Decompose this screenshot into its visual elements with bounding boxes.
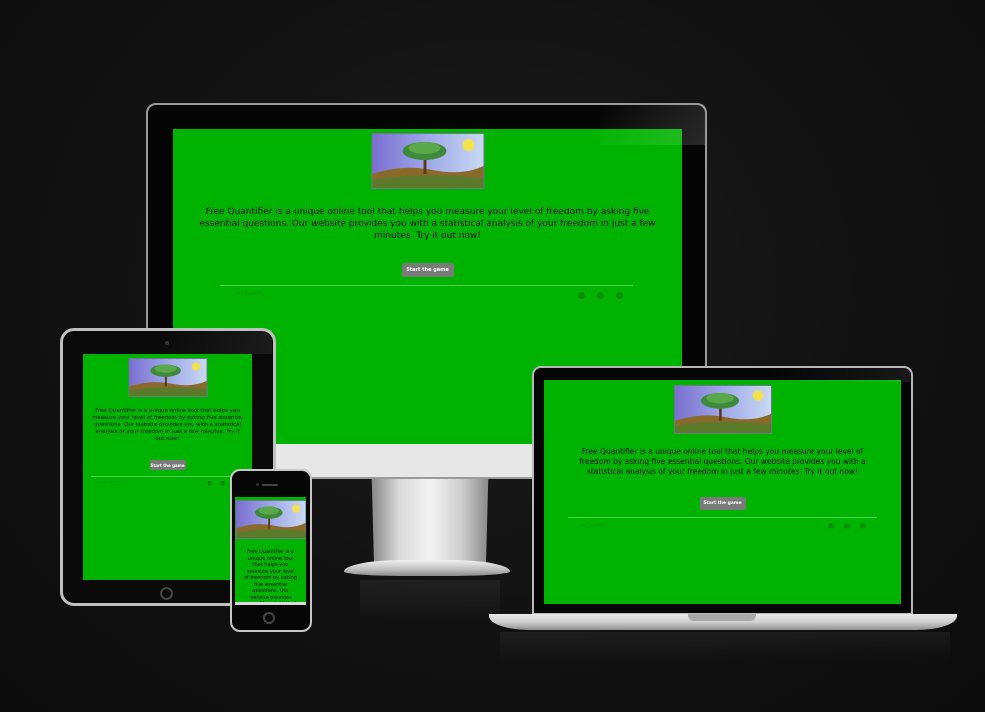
- start-game-button[interactable]: Start the game: [699, 497, 746, 510]
- facebook-icon[interactable]: [616, 292, 623, 299]
- laptop-screen: Free Quantifier is a unique online tool …: [544, 380, 901, 604]
- tablet-glare: [160, 330, 272, 354]
- desktop-screen-glare: [600, 105, 705, 145]
- start-game-button[interactable]: Start the game: [401, 263, 454, 277]
- laptop-notch: [688, 614, 756, 621]
- scrollbar-bottom[interactable]: [235, 602, 306, 605]
- phone-speaker: [262, 484, 278, 486]
- footer-divider: [568, 517, 877, 518]
- hero-tree-image: [128, 358, 207, 397]
- instagram-icon[interactable]: [597, 292, 604, 299]
- footer-divider: [220, 285, 633, 286]
- footer-divider: [91, 476, 244, 477]
- intro-text: Free Quantifier is a unique online tool …: [579, 447, 866, 476]
- tablet-home-button[interactable]: [160, 587, 173, 600]
- laptop-reflection: [500, 632, 950, 662]
- footer-text: Free Quantifier: [580, 523, 607, 527]
- start-game-button[interactable]: Start the game: [149, 460, 186, 470]
- phone-camera: [256, 483, 259, 486]
- social-links: [578, 292, 623, 299]
- twitter-icon[interactable]: [578, 292, 585, 299]
- hero-tree-image: [235, 500, 306, 539]
- footer-text: Free Quantifier: [101, 480, 124, 484]
- desktop-monitor-base: [344, 560, 510, 576]
- instagram-icon[interactable]: [844, 523, 850, 529]
- desktop-monitor-stand: [371, 479, 489, 571]
- laptop-glare: [770, 368, 910, 382]
- instagram-icon[interactable]: [220, 481, 225, 486]
- phone-screen: Free Quantifier is a unique online tool …: [235, 497, 306, 605]
- facebook-icon[interactable]: [860, 523, 866, 529]
- social-links: [828, 523, 866, 529]
- footer-text: Free Quantifier: [235, 291, 265, 296]
- hero-tree-image: [371, 133, 484, 189]
- twitter-icon[interactable]: [828, 523, 834, 529]
- intro-text: Free Quantifier is a unique online tool …: [91, 408, 244, 442]
- tablet-screen: Free Quantifier is a unique online tool …: [83, 354, 252, 580]
- intro-text: Free Quantifier is a unique online tool …: [199, 207, 656, 241]
- desktop-reflection: [360, 580, 500, 620]
- twitter-icon[interactable]: [207, 481, 212, 486]
- intro-text: Free Quantifier is a unique online tool …: [244, 549, 297, 605]
- hero-tree-image: [673, 385, 772, 434]
- phone-home-button[interactable]: [263, 612, 275, 624]
